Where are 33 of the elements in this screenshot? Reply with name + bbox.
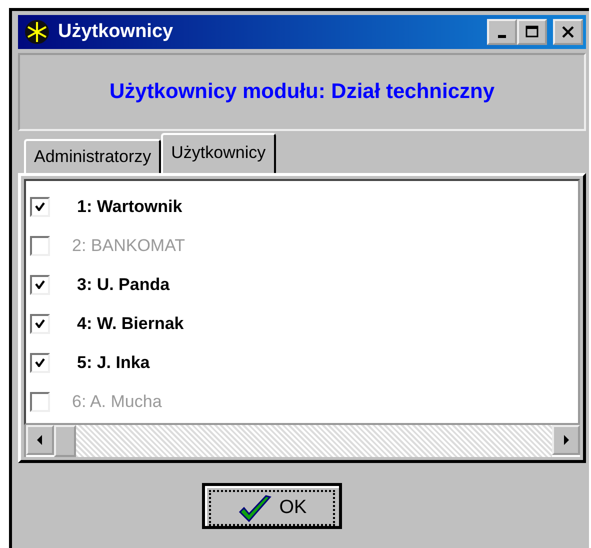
checkbox[interactable] (30, 392, 50, 412)
user-label[interactable]: 1: Wartownik (77, 196, 182, 216)
tab[interactable]: Administratorzy (24, 139, 162, 173)
check-icon (35, 319, 45, 328)
scroll-left-button[interactable] (26, 425, 54, 455)
tab[interactable]: Użytkownicy (161, 133, 276, 173)
scroll-right-button[interactable] (552, 425, 580, 455)
window-title: Użytkownicy (58, 21, 174, 43)
header-title: Użytkownicy modułu: Dział techniczny (109, 80, 495, 104)
checkbox[interactable] (30, 314, 50, 334)
user-label[interactable]: 5: J. Inka (77, 352, 150, 372)
minimize-icon (498, 35, 506, 38)
right-arrow-icon (561, 434, 571, 446)
user-label[interactable]: 4: W. Biernak (77, 314, 184, 334)
checkbox[interactable] (30, 196, 50, 216)
ok-button[interactable]: OK (202, 483, 342, 529)
checkbox[interactable] (30, 352, 50, 372)
close-icon (561, 25, 575, 39)
maximize-icon (525, 25, 539, 39)
close-button[interactable] (553, 19, 583, 45)
horizontal-scrollbar[interactable] (24, 425, 580, 457)
checkbox[interactable] (30, 274, 50, 294)
minimize-button[interactable] (487, 19, 517, 45)
check-icon (35, 358, 45, 367)
check-icon (35, 280, 45, 289)
maximize-button[interactable] (517, 19, 547, 45)
left-arrow-icon (35, 434, 45, 446)
checkmark-icon (237, 493, 274, 523)
check-icon (35, 202, 45, 211)
scroll-thumb[interactable] (54, 425, 76, 457)
user-label[interactable]: 3: U. Panda (77, 274, 170, 294)
asterisk-icon (24, 19, 50, 45)
checkbox[interactable] (30, 236, 50, 256)
